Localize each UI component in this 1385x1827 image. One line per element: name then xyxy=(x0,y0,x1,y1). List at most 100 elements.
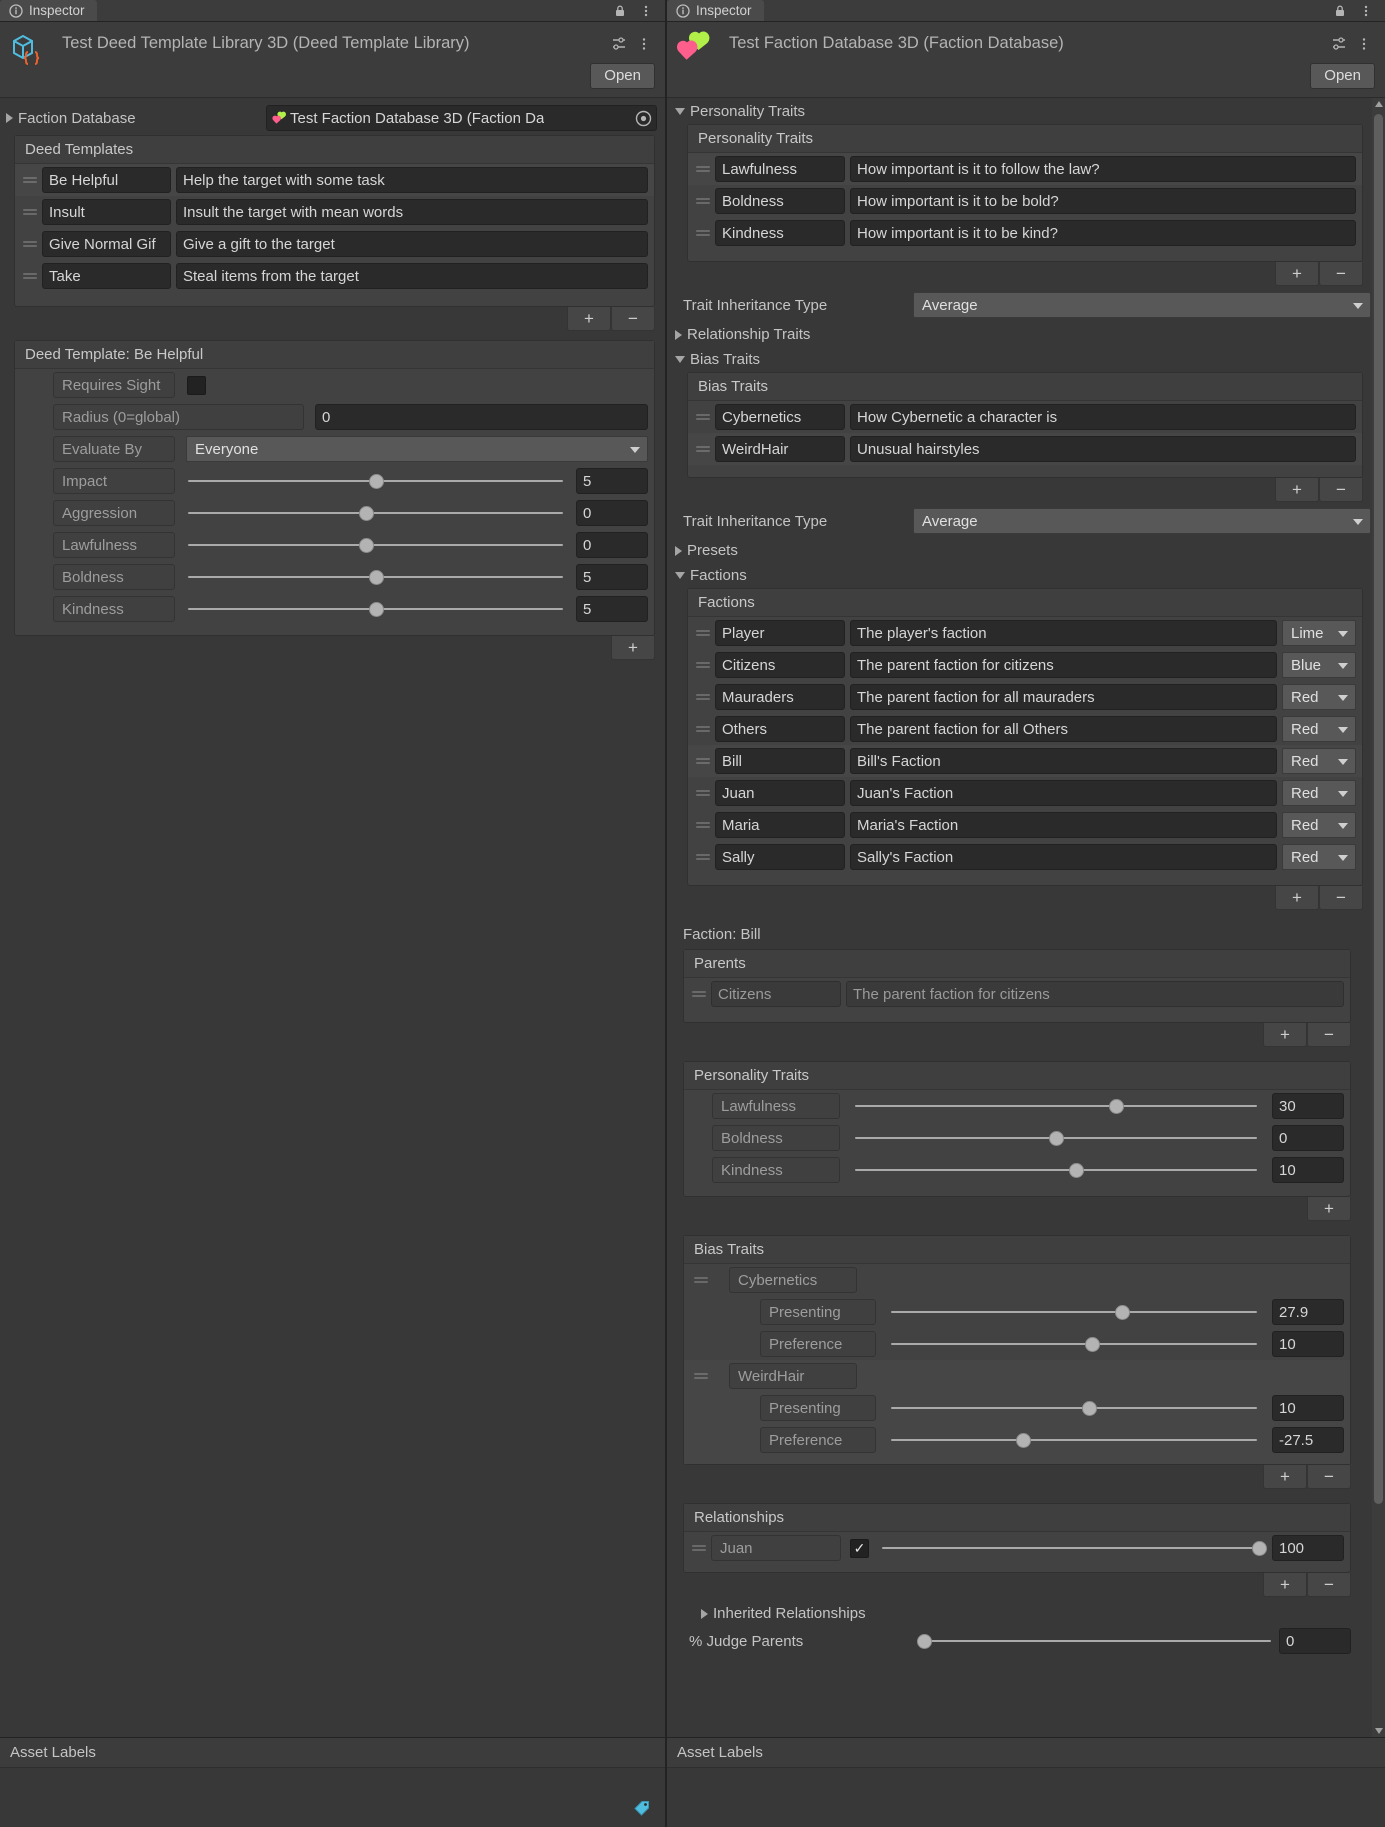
table-row[interactable]: Others The parent faction for all Others… xyxy=(688,713,1362,745)
scroll-up-arrow-icon[interactable] xyxy=(1375,101,1383,107)
lock-icon[interactable] xyxy=(613,4,627,18)
aggression-value[interactable]: 0 xyxy=(576,500,648,526)
table-row[interactable]: Juan ✓ 100 xyxy=(684,1532,1350,1564)
bias-sub-slider[interactable] xyxy=(891,1331,1257,1357)
add-faction-trait-button[interactable]: + xyxy=(1307,1197,1351,1221)
chevron-right-icon[interactable] xyxy=(701,1608,708,1619)
faction-name-field[interactable]: Player xyxy=(715,620,845,646)
remove-faction-bias-button[interactable]: − xyxy=(1307,1465,1351,1489)
faction-trait-slider[interactable] xyxy=(855,1093,1257,1119)
add-bias-trait-button[interactable]: + xyxy=(1275,478,1319,502)
radius-input[interactable]: 0 xyxy=(315,404,648,430)
trait-description-field[interactable]: How important is it to be bold? xyxy=(850,188,1356,214)
drag-handle-icon[interactable] xyxy=(694,1275,708,1285)
trait-name-field[interactable]: Boldness xyxy=(715,188,845,214)
asset-labels-box[interactable] xyxy=(667,1767,1385,1827)
slider-knob[interactable] xyxy=(1252,1540,1267,1556)
faction-description-field[interactable]: Maria's Faction xyxy=(850,812,1277,838)
faction-name-field[interactable]: Bill xyxy=(715,748,845,774)
slider-knob[interactable] xyxy=(1081,1400,1097,1416)
judge-parents-value[interactable]: 0 xyxy=(1279,1628,1351,1654)
relationship-checkbox[interactable]: ✓ xyxy=(850,1538,869,1558)
table-row[interactable]: Insult Insult the target with mean words xyxy=(15,196,654,228)
relationship-traits-foldout[interactable]: Relationship Traits xyxy=(667,322,1371,347)
add-faction-button[interactable]: + xyxy=(1275,886,1319,910)
faction-description-field[interactable]: The parent faction for citizens xyxy=(850,652,1277,678)
table-row[interactable]: Citizens The parent faction for citizens… xyxy=(688,649,1362,681)
slider-knob[interactable] xyxy=(917,1633,933,1649)
evaluate-by-dropdown[interactable]: Everyone xyxy=(186,436,648,462)
add-trait-button[interactable]: + xyxy=(611,636,655,660)
faction-name-field[interactable]: Maria xyxy=(715,812,845,838)
chevron-right-icon[interactable] xyxy=(6,113,13,123)
slider-knob[interactable] xyxy=(1069,1162,1085,1178)
relationship-slider[interactable] xyxy=(882,1535,1267,1561)
table-row[interactable]: Kindness How important is it to be kind? xyxy=(688,217,1362,249)
chevron-down-icon[interactable] xyxy=(675,572,685,579)
deed-name-field[interactable]: Be Helpful xyxy=(42,167,171,193)
faction-color-dropdown[interactable]: Red xyxy=(1282,812,1356,838)
faction-description-field[interactable]: The parent faction for all mauraders xyxy=(850,684,1277,710)
lawfulness-slider[interactable] xyxy=(188,532,563,558)
drag-handle-icon[interactable] xyxy=(23,239,37,249)
faction-name-field[interactable]: Citizens xyxy=(715,652,845,678)
remove-bias-trait-button[interactable]: − xyxy=(1319,478,1363,502)
slider-knob[interactable] xyxy=(1049,1130,1064,1146)
drag-handle-icon[interactable] xyxy=(23,207,37,217)
faction-color-dropdown[interactable]: Red xyxy=(1282,748,1356,774)
faction-database-field[interactable]: Faction Database Test Faction Database 3… xyxy=(0,99,665,135)
add-personality-trait-button[interactable]: + xyxy=(1275,262,1319,286)
remove-personality-trait-button[interactable]: − xyxy=(1319,262,1363,286)
faction-description-field[interactable]: The parent faction for all Others xyxy=(850,716,1277,742)
bias-sub-slider[interactable] xyxy=(891,1299,1257,1325)
relationship-value[interactable]: 100 xyxy=(1272,1535,1344,1561)
faction-color-dropdown[interactable]: Red xyxy=(1282,780,1356,806)
add-parent-button[interactable]: + xyxy=(1263,1023,1307,1047)
impact-slider[interactable] xyxy=(188,468,563,494)
trait-name-field[interactable]: Lawfulness xyxy=(715,156,845,182)
faction-name-field[interactable]: Others xyxy=(715,716,845,742)
open-button[interactable]: Open xyxy=(590,63,655,89)
bias-group-name[interactable]: WeirdHair xyxy=(729,1363,857,1389)
parent-name-field[interactable]: Citizens xyxy=(711,981,841,1007)
table-row[interactable]: Take Steal items from the target xyxy=(15,260,654,292)
faction-name-field[interactable]: Sally xyxy=(715,844,845,870)
faction-trait-slider[interactable] xyxy=(855,1125,1257,1151)
table-row[interactable]: Player The player's faction Lime xyxy=(688,617,1362,649)
vertical-scrollbar[interactable] xyxy=(1372,98,1385,1737)
drag-handle-icon[interactable] xyxy=(696,820,710,830)
lawfulness-value[interactable]: 0 xyxy=(576,532,648,558)
table-row[interactable]: Citizens The parent faction for citizens xyxy=(684,978,1350,1010)
judge-parents-slider[interactable] xyxy=(917,1628,1271,1654)
remove-faction-button[interactable]: − xyxy=(1319,886,1363,910)
inherited-relationships-foldout[interactable]: Inherited Relationships xyxy=(683,1597,1371,1626)
factions-foldout[interactable]: Factions xyxy=(667,563,1371,588)
remove-parent-button[interactable]: − xyxy=(1307,1023,1351,1047)
faction-trait-value[interactable]: 10 xyxy=(1272,1157,1344,1183)
relationship-name[interactable]: Juan xyxy=(711,1535,841,1561)
bias-sub-slider[interactable] xyxy=(891,1427,1257,1453)
table-row[interactable]: Cybernetics How Cybernetic a character i… xyxy=(688,401,1362,433)
drag-handle-icon[interactable] xyxy=(692,1543,706,1553)
slider-knob[interactable] xyxy=(359,537,375,553)
add-relationship-button[interactable]: + xyxy=(1263,1573,1307,1597)
table-row[interactable]: Maria Maria's Faction Red xyxy=(688,809,1362,841)
drag-handle-icon[interactable] xyxy=(696,692,710,702)
bias-group-row[interactable]: Cybernetics xyxy=(684,1264,1350,1296)
kindness-slider[interactable] xyxy=(188,596,563,622)
bias-name-field[interactable]: Cybernetics xyxy=(715,404,845,430)
faction-name-field[interactable]: Mauraders xyxy=(715,684,845,710)
add-deed-button[interactable]: + xyxy=(567,307,611,331)
bias-sub-value[interactable]: 27.9 xyxy=(1272,1299,1344,1325)
drag-handle-icon[interactable] xyxy=(696,852,710,862)
kebab-menu-icon[interactable] xyxy=(1357,36,1371,50)
object-picker-icon[interactable] xyxy=(634,109,653,128)
drag-handle-icon[interactable] xyxy=(696,228,710,238)
scroll-down-arrow-icon[interactable] xyxy=(1375,1728,1383,1734)
asset-labels-box[interactable] xyxy=(0,1767,665,1827)
deed-description-field[interactable]: Steal items from the target xyxy=(176,263,648,289)
slider-knob[interactable] xyxy=(368,569,384,585)
deed-description-field[interactable]: Insult the target with mean words xyxy=(176,199,648,225)
chevron-right-icon[interactable] xyxy=(675,329,682,340)
kebab-menu-icon[interactable] xyxy=(637,36,651,50)
